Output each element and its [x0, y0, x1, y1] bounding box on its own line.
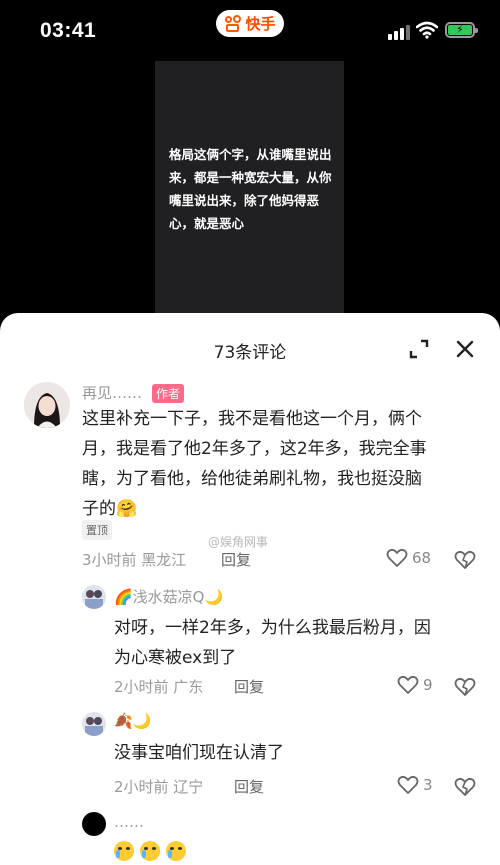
author-badge: 作者 [152, 384, 185, 403]
reply-text-line: 没事宝咱们现在认清了 [114, 743, 284, 763]
heart-icon [397, 675, 419, 694]
like-button[interactable]: 9 [397, 675, 433, 695]
status-time: 03:41 [40, 19, 97, 42]
avatar[interactable] [82, 812, 106, 836]
pinned-badge: 置顶 [82, 520, 112, 540]
like-count: 9 [423, 676, 433, 694]
comments-header: 73条评论 [0, 313, 500, 383]
comment-text-line: 瞎，为了看他，给他徒弟刷礼物，我也挺没脑 [82, 469, 422, 489]
comment-meta: 3小时前 黑龙江 [82, 551, 187, 569]
avatar[interactable] [82, 712, 106, 736]
battery-charging-icon: ⚡ [445, 22, 478, 38]
reply-meta: 2小时前 辽宁 [114, 778, 204, 796]
comment-text: 这里补充一下子，我不是看他这一个月，俩个 月，我是看了他2年多了，这2年多，我完… [82, 404, 482, 524]
video-caption: 格局这俩个字，从谁嘴里说出来，都是一种宽宏大量，从你嘴里说出来，除了他妈得恶心，… [169, 147, 332, 231]
avatar[interactable] [82, 585, 106, 609]
dislike-icon[interactable] [454, 550, 476, 570]
reply-username[interactable]: 🌈浅水菇凉Q🌙 [114, 586, 223, 607]
heart-icon [386, 548, 408, 567]
comment-username[interactable]: 再见…… [82, 382, 142, 403]
reply-button[interactable]: 回复 [234, 676, 264, 697]
crying-face-icon [114, 841, 134, 861]
like-count: 3 [423, 776, 433, 794]
cellular-signal-icon [388, 24, 410, 40]
reply-text-line: 对呀，一样2年多，为什么我最后粉月，因 [114, 618, 431, 638]
reply-meta: 2小时前 广东 [114, 678, 204, 696]
avatar[interactable] [24, 382, 70, 428]
close-icon[interactable] [454, 338, 476, 360]
app-indicator-pill[interactable]: 快手 [216, 10, 284, 37]
like-button[interactable]: 3 [397, 775, 433, 795]
reply-text-line: 为心寒被ex到了 [114, 648, 237, 668]
heart-icon [397, 775, 419, 794]
expand-icon[interactable] [408, 338, 430, 360]
comment-text-line: 这里补充一下子，我不是看他这一个月，俩个 [82, 409, 422, 429]
watermark: @娱角网事 [208, 535, 269, 549]
reply-username[interactable]: …… [114, 813, 144, 831]
video-player[interactable]: 格局这俩个字，从谁嘴里说出来，都是一种宽宏大量，从你嘴里说出来，除了他妈得恶心，… [155, 61, 344, 317]
reply-text: 没事宝咱们现在认清了 [114, 738, 484, 768]
comment-text-line: 子的🤗 [82, 499, 138, 519]
reply-username[interactable]: 🍂🌙 [114, 712, 151, 730]
reply-button[interactable]: 回复 [221, 549, 251, 570]
app-name: 快手 [245, 15, 276, 33]
comment-text-line: 月，我是看了他2年多了，这2年多，我完全事 [82, 439, 427, 459]
reply-text: 对呀，一样2年多，为什么我最后粉月，因 为心寒被ex到了 [114, 613, 484, 673]
crying-face-icon [140, 841, 160, 861]
dislike-icon[interactable] [454, 777, 476, 797]
wifi-icon [416, 21, 438, 39]
like-button[interactable]: 68 [386, 548, 431, 568]
reply-button[interactable]: 回复 [234, 776, 264, 797]
emoji-row [114, 841, 186, 861]
comments-sheet: 73条评论 再见…… 作者 这里补充一下子，我不是看他这一个月，俩个 月，我是看… [0, 313, 500, 865]
kuaishou-logo-icon [224, 14, 242, 33]
like-count: 68 [412, 549, 432, 567]
crying-face-icon [166, 841, 186, 861]
dislike-icon[interactable] [454, 677, 476, 697]
status-bar: 03:41 快手 ⚡ [0, 0, 500, 60]
